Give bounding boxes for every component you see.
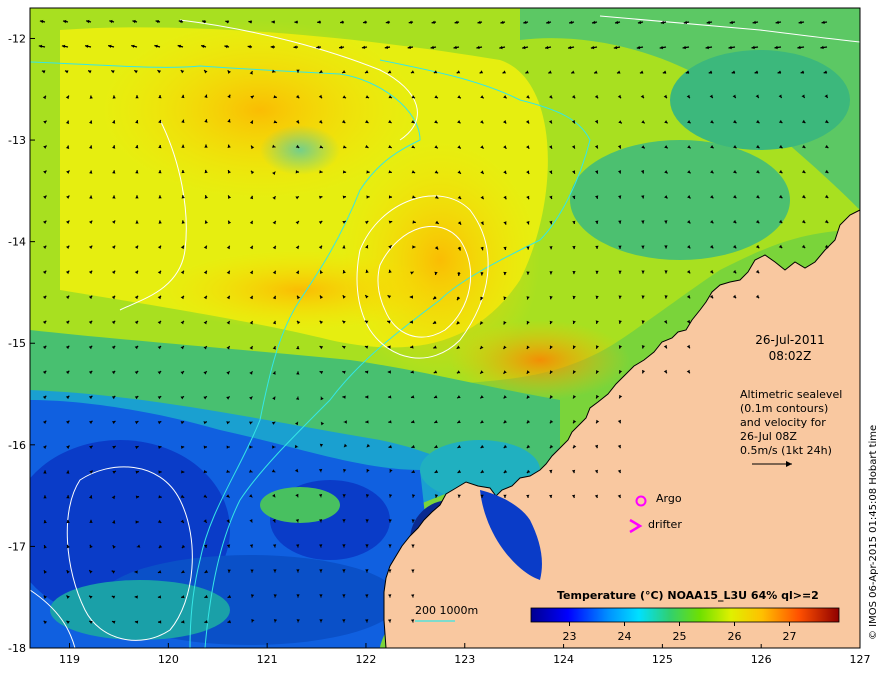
alt-line-2: and velocity for (740, 416, 826, 429)
lon-tick-label: 124 (553, 653, 574, 666)
lon-tick-label: 121 (257, 653, 278, 666)
alt-line-4: 0.5m/s (1kt 24h) (740, 444, 832, 457)
lon-tick-label: 119 (59, 653, 80, 666)
colorbar-tick-label: 25 (673, 630, 687, 643)
alt-line-3: 26-Jul 08Z (740, 430, 797, 443)
colorbar-tick-label: 23 (563, 630, 577, 643)
lat-tick-label: -16 (8, 439, 26, 452)
alt-line-0: Altimetric sealevel (740, 388, 842, 401)
argo-label: Argo (656, 492, 682, 505)
drifter-label: drifter (648, 518, 682, 531)
lat-tick-label: -12 (8, 32, 26, 45)
lon-tick-label: 127 (850, 653, 871, 666)
lat-tick-label: -18 (8, 642, 26, 655)
lon-tick-label: 125 (652, 653, 673, 666)
alt-line-1: (0.1m contours) (740, 402, 828, 415)
time-label: 08:02Z (769, 349, 812, 363)
lon-tick-label: 126 (751, 653, 772, 666)
colorbar-tick-label: 26 (728, 630, 742, 643)
colorbar-title: Temperature (°C) NOAA15_L3U 64% ql>=2 (557, 589, 819, 602)
colorbar-tick-label: 27 (783, 630, 797, 643)
credit-text: © IMOS 06-Apr-2015 01:45:08 Hobart time (868, 425, 879, 640)
lat-tick-label: -13 (8, 134, 26, 147)
depth-label: 200 1000m (415, 604, 478, 617)
sst-map: 119 120 121 122 123 124 125 126 127 -12 -13 -14 -15… (8, 7, 879, 666)
colorbar-ramp (530, 607, 840, 623)
lon-tick-label: 120 (158, 653, 179, 666)
colorbar: Temperature (°C) NOAA15_L3U 64% ql>=2 23… (525, 584, 847, 644)
lat-tick-label: -15 (8, 337, 26, 350)
colorbar-tick-label: 24 (618, 630, 632, 643)
lon-tick-label: 123 (454, 653, 475, 666)
lat-tick-label: -14 (8, 236, 26, 249)
lon-tick-label: 122 (355, 653, 376, 666)
lat-tick-label: -17 (8, 540, 26, 553)
date-label: 26-Jul-2011 (755, 333, 825, 347)
